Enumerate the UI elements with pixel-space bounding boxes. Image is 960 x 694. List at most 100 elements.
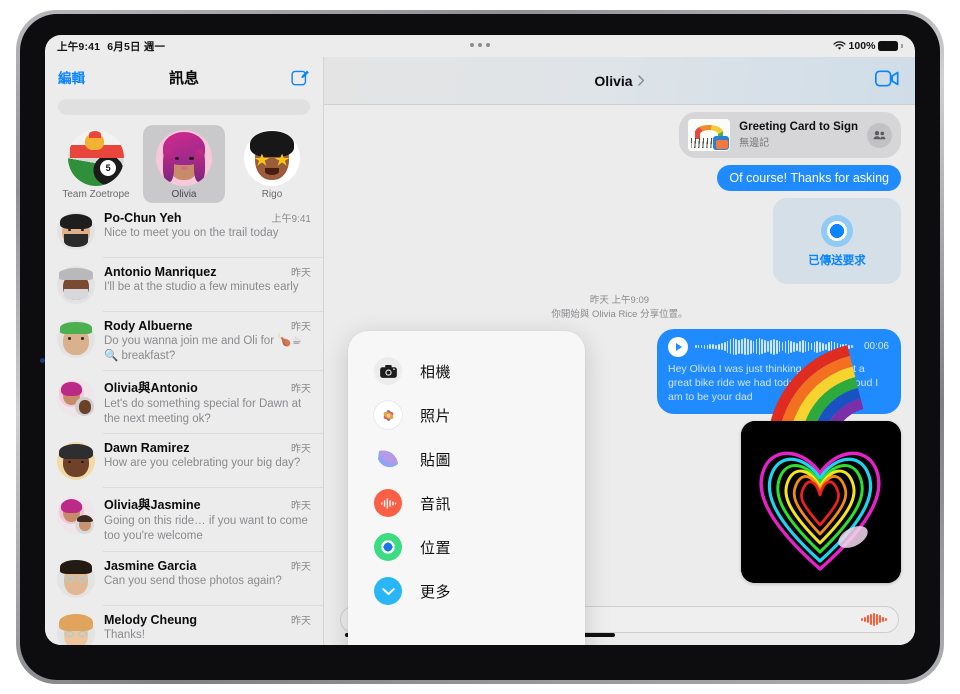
- pinned-label: Rigo: [261, 189, 283, 200]
- conversation-name: Rody Albuerne: [104, 319, 193, 333]
- stickers-icon: [374, 445, 402, 473]
- menu-item-more[interactable]: 更多: [348, 569, 585, 613]
- team-zoetrope-avatar: 5: [68, 130, 124, 186]
- people-icon: [867, 122, 892, 148]
- neon-heart-drawing[interactable]: [741, 421, 901, 584]
- list-item[interactable]: Melody Cheung 昨天 Thanks!: [45, 604, 323, 645]
- message-row: 已傳送要求: [338, 198, 901, 284]
- conversation-name: Antonio Manriquez: [104, 265, 217, 279]
- menu-item-audio[interactable]: 音訊: [348, 481, 585, 525]
- pinned-label: Team Zoetrope: [62, 189, 130, 200]
- location-request-label: 已傳送要求: [808, 254, 866, 267]
- camera-icon: [374, 357, 402, 385]
- audio-message-bubble[interactable]: 00:06 Hey Olivia I was just thinking abo…: [657, 328, 901, 415]
- list-item-body: Rody Albuerne 昨天 Do you wanna join me an…: [104, 318, 311, 363]
- conversation-time: 昨天: [291, 615, 311, 627]
- play-icon[interactable]: [668, 336, 688, 357]
- location-request-bubble[interactable]: 已傳送要求: [773, 198, 901, 284]
- list-item-body: Olivia與Antonio 昨天 Let's do something spe…: [104, 377, 311, 426]
- audio-transcript: Hey Olivia I was just thinking about wha…: [668, 362, 879, 403]
- list-item[interactable]: Olivia與Jasmine 昨天 Going on this ride… if…: [45, 487, 323, 550]
- rigo-avatar: [244, 130, 300, 186]
- status-bar-left: 上午9:41 6月5日 週一: [57, 39, 165, 54]
- list-item[interactable]: Dawn Ramirez 昨天 How are you celebrating …: [45, 433, 323, 487]
- menu-item-label: 照片: [420, 407, 452, 425]
- list-item[interactable]: Antonio Manriquez 昨天 I'll be at the stud…: [45, 257, 323, 311]
- status-time: 上午9:41: [57, 40, 101, 53]
- menu-item-camera[interactable]: 相機: [348, 349, 585, 393]
- olivia-avatar: [156, 130, 212, 186]
- conversation-preview: Do you wanna join me and Oli for 🍗☕🔍 bre…: [104, 335, 302, 362]
- menu-item-stickers[interactable]: 貼圖: [348, 437, 585, 481]
- rody-albuerne-avatar: [57, 320, 95, 358]
- conversation-preview: I'll be at the studio a few minutes earl…: [104, 281, 299, 293]
- shared-card-text: Greeting Card to Sign 無邊記: [739, 121, 858, 149]
- system-note-text: 你開始與 Olivia Rice 分享位置。: [551, 309, 688, 321]
- photos-icon: [374, 401, 402, 429]
- antonio-manriquez-avatar: [57, 266, 95, 304]
- conversation-time: 昨天: [291, 384, 311, 396]
- edit-button[interactable]: 編輯: [58, 67, 85, 87]
- pinned-conversations: 5 Team Zoetrope Olivia Rigo: [45, 123, 323, 207]
- conversation-preview: How are you celebrating your big day?: [104, 457, 301, 470]
- compose-icon[interactable]: [291, 68, 310, 87]
- po-chun-yeh-avatar: [57, 212, 95, 250]
- list-item[interactable]: Olivia與Antonio 昨天 Let's do something spe…: [45, 370, 323, 433]
- shared-card-subtitle: 無邊記: [739, 138, 770, 149]
- conversation-name: Olivia與Jasmine: [104, 498, 201, 513]
- conversation-preview: Thanks!: [104, 628, 145, 641]
- sidebar-title: 訊息: [168, 69, 200, 87]
- menu-item-location[interactable]: 位置: [348, 525, 585, 569]
- system-note-time: 昨天 上午9:09: [589, 295, 650, 306]
- audio-duration: 00:06: [863, 341, 889, 352]
- menu-item-label: 音訊: [420, 495, 452, 513]
- pinned-team-zoetrope[interactable]: 5 Team Zoetrope: [55, 125, 137, 203]
- app-menu-popover[interactable]: 相機 照片 貼圖 音訊 位置 更多: [348, 331, 585, 645]
- battery-nub: [901, 44, 903, 48]
- shared-card-title: Greeting Card to Sign: [739, 121, 858, 133]
- list-item[interactable]: Po-Chun Yeh 上午9:41 Nice to meet you on t…: [45, 203, 323, 257]
- conversation-time: 昨天: [291, 561, 311, 573]
- location-target-icon: [821, 214, 853, 247]
- chat-title-button[interactable]: Olivia: [594, 73, 644, 89]
- conversation-name: Olivia與Antonio: [104, 381, 198, 396]
- message-row: Of course! Thanks for asking: [338, 165, 901, 191]
- menu-item-label: 相機: [420, 363, 452, 381]
- melody-cheung-avatar: [57, 613, 95, 645]
- menu-item-label: 貼圖: [420, 451, 452, 469]
- shared-card-bubble[interactable]: Greeting Card to Sign 無邊記: [679, 112, 901, 158]
- olivia-jasmine-avatar: [57, 496, 95, 535]
- audio-waveform-icon[interactable]: [861, 612, 887, 626]
- conversation-preview: Let's do something special for Dawn at t…: [104, 398, 302, 425]
- location-icon: [374, 533, 402, 561]
- message-row: Greeting Card to Sign 無邊記: [338, 112, 901, 158]
- list-item-body: Jasmine Garcia 昨天 Can you send those pho…: [104, 558, 311, 598]
- list-item[interactable]: Jasmine Garcia 昨天 Can you send those pho…: [45, 550, 323, 605]
- audio-icon: [374, 489, 402, 517]
- multitask-handle[interactable]: [470, 43, 490, 47]
- conversation-preview: Nice to meet you on the trail today: [104, 227, 279, 239]
- menu-item-label: 位置: [420, 539, 452, 557]
- list-item-body: Olivia與Jasmine 昨天 Going on this ride… if…: [104, 494, 311, 543]
- conversation-list[interactable]: Po-Chun Yeh 上午9:41 Nice to meet you on t…: [45, 203, 323, 645]
- jasmine-garcia-avatar: [57, 559, 95, 598]
- status-bar: 上午9:41 6月5日 週一 100%: [45, 35, 915, 57]
- status-date: 6月5日 週一: [107, 40, 166, 53]
- facetime-video-icon[interactable]: [874, 69, 899, 92]
- conversation-preview: Going on this ride… if you want to come …: [104, 515, 308, 542]
- menu-item-photos[interactable]: 照片: [348, 393, 585, 437]
- pinned-olivia[interactable]: Olivia: [143, 125, 225, 203]
- sent-message-bubble[interactable]: Of course! Thanks for asking: [717, 165, 901, 191]
- battery-percent: 100%: [848, 40, 876, 52]
- battery-icon: [878, 41, 899, 51]
- pinned-rigo[interactable]: Rigo: [231, 125, 313, 203]
- conversation-name: Jasmine Garcia: [104, 558, 197, 573]
- list-item-body: Po-Chun Yeh 上午9:41 Nice to meet you on t…: [104, 210, 311, 250]
- list-item-body: Antonio Manriquez 昨天 I'll be at the stud…: [104, 264, 311, 304]
- chevron-right-icon: [637, 75, 644, 86]
- list-item[interactable]: Rody Albuerne 昨天 Do you wanna join me an…: [45, 311, 323, 370]
- conversation-name: Po-Chun Yeh: [104, 211, 182, 225]
- list-item-body: Dawn Ramirez 昨天 How are you celebrating …: [104, 440, 311, 480]
- wifi-icon: [832, 41, 846, 50]
- search-input[interactable]: [58, 99, 310, 115]
